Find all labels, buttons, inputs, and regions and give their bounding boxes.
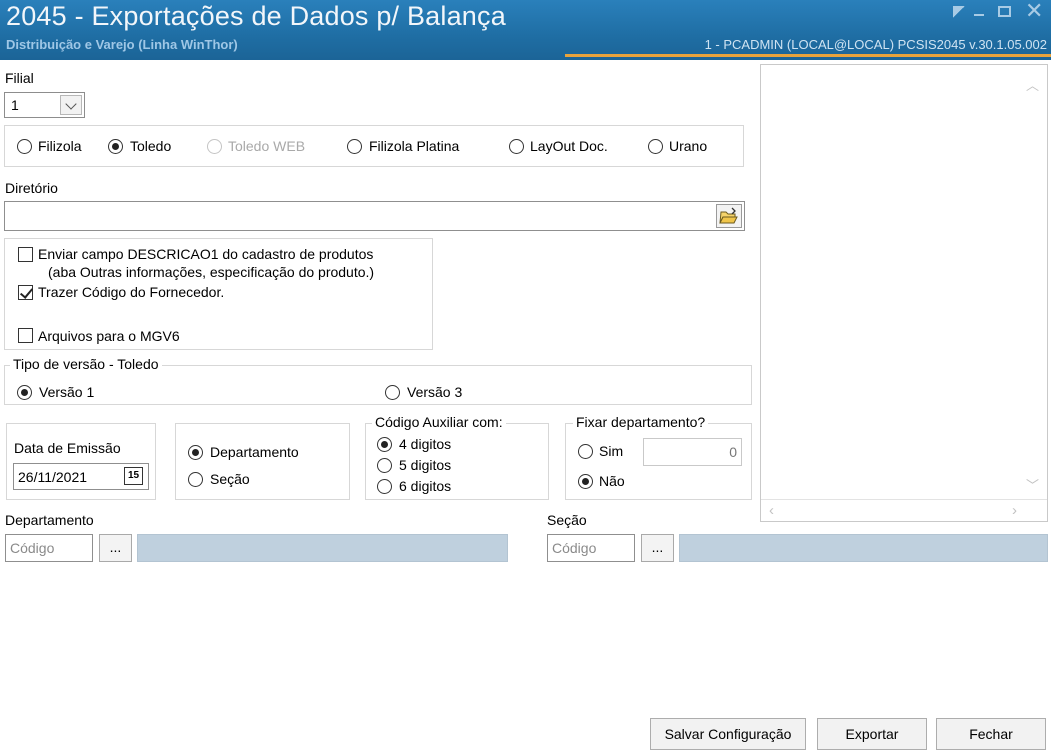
title-accent-line bbox=[565, 54, 1051, 57]
maximize-icon[interactable] bbox=[998, 6, 1011, 17]
check-enviar-descricao[interactable] bbox=[18, 247, 33, 262]
window-title: 2045 - Exportações de Dados p/ Balança bbox=[6, 1, 506, 31]
label-enviar-descricao: Enviar campo DESCRICAO1 do cadastro de p… bbox=[38, 246, 374, 262]
check-trazer-fornecedor[interactable] bbox=[18, 285, 33, 300]
secao-lookup-button[interactable]: ... bbox=[641, 534, 674, 562]
label-layout-doc: LayOut Doc. bbox=[530, 138, 608, 154]
radio-fixar-nao[interactable] bbox=[578, 474, 593, 489]
secao-label: Seção bbox=[547, 512, 587, 528]
session-info: 1 - PCADMIN (LOCAL@LOCAL) PCSIS2045 v.30… bbox=[704, 37, 1047, 52]
salvar-configuracao-button[interactable]: Salvar Configuração bbox=[650, 718, 806, 750]
filial-value: 1 bbox=[11, 97, 19, 113]
label-fixar-nao: Não bbox=[599, 473, 625, 489]
fixar-departamento-value-box bbox=[643, 438, 742, 466]
minimize-icon[interactable] bbox=[974, 14, 984, 16]
departamento-code-box bbox=[5, 534, 93, 562]
secao-code-box bbox=[547, 534, 635, 562]
filial-label: Filial bbox=[5, 70, 34, 86]
radio-urano[interactable] bbox=[648, 139, 663, 154]
departamento-label: Departamento bbox=[5, 512, 94, 528]
data-emissao-input[interactable] bbox=[14, 464, 120, 489]
radio-toledo[interactable] bbox=[108, 139, 123, 154]
label-4-digitos: 4 digitos bbox=[399, 436, 452, 452]
radio-6-digitos[interactable] bbox=[377, 479, 392, 494]
label-arquivos-mgv6: Arquivos para o MGV6 bbox=[38, 328, 180, 344]
radio-layout-doc[interactable] bbox=[509, 139, 524, 154]
fixar-departamento-value[interactable] bbox=[644, 439, 741, 465]
secao-description bbox=[679, 534, 1048, 562]
scroll-up-icon[interactable]: ︿ bbox=[1026, 75, 1039, 94]
window-subtitle: Distribuição e Varejo (Linha WinThor) bbox=[6, 37, 238, 52]
title-bar: 2045 - Exportações de Dados p/ Balança D… bbox=[0, 0, 1051, 60]
departamento-code-input[interactable] bbox=[6, 535, 92, 561]
diretorio-label: Diretório bbox=[5, 180, 58, 196]
preview-list[interactable]: ︿ ﹀ ‹ › bbox=[760, 64, 1048, 522]
label-filizola-platina: Filizola Platina bbox=[369, 138, 460, 154]
horizontal-scrollbar[interactable]: ‹ › bbox=[761, 499, 1047, 521]
scroll-right-icon[interactable]: › bbox=[1012, 502, 1017, 519]
label-toledo-web: Toledo WEB bbox=[228, 138, 306, 154]
label-5-digitos: 5 digitos bbox=[399, 457, 452, 473]
calendar-icon-day: 15 bbox=[127, 470, 140, 481]
fechar-button[interactable]: Fechar bbox=[936, 718, 1046, 750]
label-secao-option: Seção bbox=[210, 471, 250, 487]
radio-filizola-platina[interactable] bbox=[347, 139, 362, 154]
check-arquivos-mgv6[interactable] bbox=[18, 328, 33, 343]
radio-versao-1[interactable] bbox=[17, 385, 32, 400]
diretorio-input-box bbox=[4, 201, 745, 231]
label-fixar-sim: Sim bbox=[599, 443, 624, 459]
codigo-auxiliar-legend: Código Auxiliar com: bbox=[372, 414, 506, 430]
codigo-auxiliar-group bbox=[365, 423, 549, 500]
departamento-lookup-button[interactable]: ... bbox=[99, 534, 132, 562]
agrupamento-group bbox=[175, 423, 350, 500]
calendar-icon[interactable]: 15 bbox=[124, 467, 143, 485]
chevron-down-icon bbox=[65, 98, 77, 110]
label-enviar-descricao-detail: (aba Outras informações, especificação d… bbox=[48, 264, 375, 280]
browse-folder-button[interactable] bbox=[716, 204, 742, 228]
tipo-versao-legend: Tipo de versão - Toledo bbox=[10, 356, 162, 372]
secao-code-input[interactable] bbox=[548, 535, 634, 561]
scroll-left-icon[interactable]: ‹ bbox=[769, 502, 774, 519]
filial-select[interactable]: 1 bbox=[4, 92, 85, 118]
radio-fixar-sim[interactable] bbox=[578, 444, 593, 459]
radio-filizola[interactable] bbox=[17, 139, 32, 154]
fixar-departamento-legend: Fixar departamento? bbox=[573, 414, 709, 430]
radio-toledo-web bbox=[207, 139, 222, 154]
help-icon[interactable] bbox=[953, 6, 965, 18]
radio-5-digitos[interactable] bbox=[377, 458, 392, 473]
radio-versao-3[interactable] bbox=[385, 385, 400, 400]
label-filizola: Filizola bbox=[38, 138, 82, 154]
data-emissao-box: 15 bbox=[13, 463, 149, 490]
label-6-digitos: 6 digitos bbox=[399, 478, 452, 494]
label-trazer-fornecedor: Trazer Código do Fornecedor. bbox=[38, 284, 225, 300]
scroll-down-icon[interactable]: ﹀ bbox=[1026, 475, 1039, 494]
label-toledo: Toledo bbox=[130, 138, 172, 154]
radio-4-digitos[interactable] bbox=[377, 437, 392, 452]
label-departamento-option: Departamento bbox=[210, 444, 299, 460]
data-emissao-label: Data de Emissão bbox=[14, 440, 121, 456]
folder-open-icon bbox=[719, 207, 738, 224]
departamento-description bbox=[137, 534, 508, 562]
label-versao-3: Versão 3 bbox=[407, 384, 463, 400]
close-icon[interactable]: ✕ bbox=[1025, 0, 1043, 24]
exportar-button[interactable]: Exportar bbox=[817, 718, 927, 750]
diretorio-input[interactable] bbox=[5, 202, 710, 230]
radio-departamento[interactable] bbox=[188, 445, 203, 460]
label-versao-1: Versão 1 bbox=[39, 384, 95, 400]
label-urano: Urano bbox=[669, 138, 708, 154]
filial-dropdown-button[interactable] bbox=[60, 95, 82, 115]
radio-secao[interactable] bbox=[188, 472, 203, 487]
